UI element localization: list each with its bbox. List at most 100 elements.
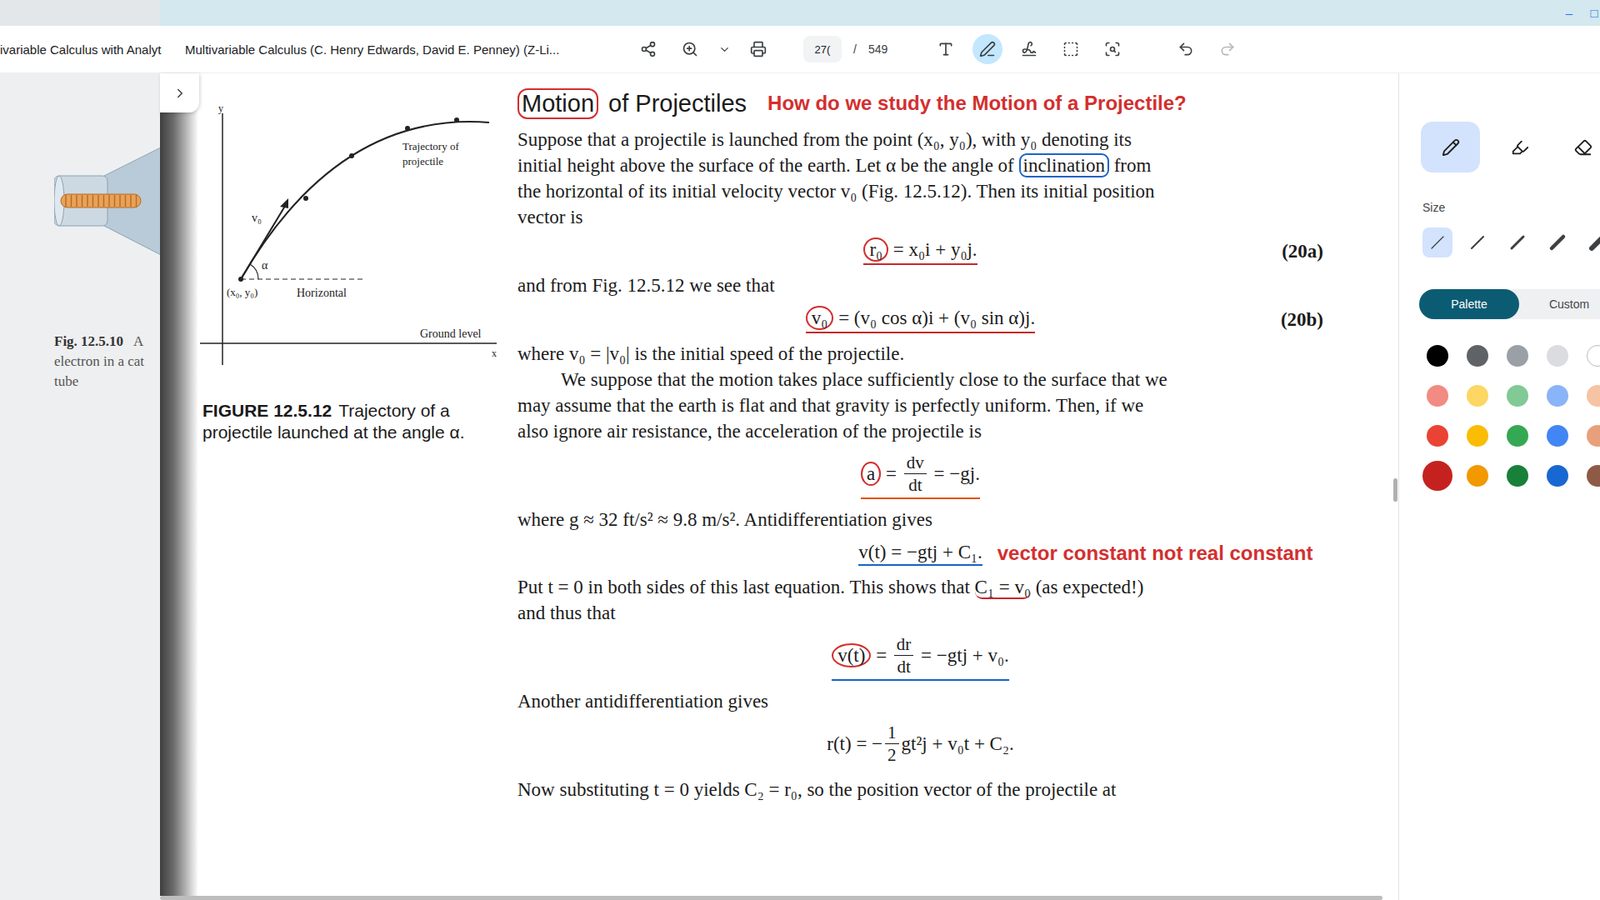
color-swatch[interactable] bbox=[1466, 465, 1489, 487]
annotation-note-wrapper: vector constant not real constant bbox=[997, 540, 1314, 567]
zoom-in-icon bbox=[681, 40, 699, 58]
color-swatch[interactable] bbox=[1586, 345, 1600, 367]
color-cell bbox=[1542, 420, 1573, 451]
text-line: Another antidifferentiation gives bbox=[517, 688, 1324, 715]
section-heading: Motionof Projectiles bbox=[517, 88, 751, 120]
svg-text:Trajectory of: Trajectory of bbox=[402, 140, 460, 153]
vertical-scrollbar[interactable] bbox=[1392, 73, 1399, 900]
equation: v(t) = drdt = −gtj + v₀. bbox=[517, 625, 1324, 689]
section-heading-row: Motionof ProjectilesHow do we study the … bbox=[517, 85, 1324, 122]
toolbar: ivariable Calculus with AnalytMultivaria… bbox=[0, 25, 1600, 74]
color-swatch[interactable] bbox=[1506, 425, 1529, 447]
toolbar-button[interactable] bbox=[1055, 34, 1086, 65]
page-number-field[interactable]: 27( bbox=[803, 35, 842, 63]
color-swatch[interactable] bbox=[1546, 465, 1569, 487]
color-cell bbox=[1502, 460, 1533, 491]
sidebar-toggle-button[interactable] bbox=[160, 73, 200, 113]
color-cell bbox=[1502, 340, 1533, 371]
size-option[interactable] bbox=[1502, 227, 1533, 258]
minimize-button[interactable]: – bbox=[1563, 5, 1575, 22]
share-icon bbox=[640, 40, 657, 58]
fraction: dvdt bbox=[904, 451, 927, 496]
background-tab[interactable]: ivariable Calculus with Analyt bbox=[0, 42, 185, 57]
color-swatch[interactable] bbox=[1546, 425, 1569, 447]
select-icon bbox=[1062, 40, 1080, 58]
size-option[interactable] bbox=[1542, 227, 1573, 258]
pen-tool-button[interactable] bbox=[1496, 121, 1544, 173]
color-cell bbox=[1462, 460, 1493, 491]
text-run: Put t = 0 in both sides of this last equ… bbox=[517, 576, 975, 598]
draw-icon bbox=[979, 40, 996, 58]
toolbar-button[interactable] bbox=[1097, 34, 1128, 65]
toolbar-button[interactable] bbox=[633, 34, 664, 65]
numerator: 1 bbox=[885, 721, 900, 745]
text-run: where v₀ = |v₀| is the initial speed of … bbox=[517, 343, 905, 365]
toolbar-button[interactable] bbox=[743, 34, 774, 65]
page-separator: / bbox=[853, 42, 857, 56]
color-swatch[interactable] bbox=[1466, 425, 1489, 447]
color-swatch[interactable] bbox=[1586, 465, 1600, 487]
size-options bbox=[1399, 227, 1600, 258]
toolbar-button[interactable] bbox=[930, 34, 961, 65]
palette-tab[interactable]: Custom bbox=[1519, 289, 1600, 320]
text-line: Suppose that a projectile is launched fr… bbox=[517, 126, 1324, 153]
color-cell bbox=[1462, 420, 1493, 451]
color-swatch[interactable] bbox=[1506, 385, 1529, 407]
toolbar-button[interactable] bbox=[1170, 34, 1201, 65]
text-run: Now substituting t = 0 yields C₂ = r₀, s… bbox=[517, 779, 1116, 800]
toolbar-button[interactable] bbox=[972, 34, 1003, 65]
text-run: = −gj. bbox=[929, 463, 980, 485]
drawing-panel: SizePaletteCustom bbox=[1398, 73, 1600, 900]
background-window-strip bbox=[0, 0, 160, 26]
color-swatch[interactable] bbox=[1422, 460, 1453, 491]
text-run: initial height above the surface of the … bbox=[517, 155, 1020, 176]
numerator: dv bbox=[904, 451, 927, 475]
color-swatch[interactable] bbox=[1546, 385, 1569, 407]
text-line: and thus that bbox=[517, 600, 1324, 626]
color-swatch[interactable] bbox=[1426, 385, 1449, 407]
color-swatch[interactable] bbox=[1466, 385, 1489, 407]
color-swatch[interactable] bbox=[1546, 345, 1569, 367]
pen-tool-button[interactable] bbox=[1560, 121, 1600, 173]
color-cell bbox=[1462, 380, 1493, 411]
heading-word: of Projectiles bbox=[604, 88, 751, 120]
horizontal-scrollbar[interactable] bbox=[160, 895, 1383, 900]
redo-icon bbox=[1219, 40, 1236, 58]
color-swatch[interactable] bbox=[1586, 425, 1600, 447]
text-run: gt²j + v₀t + C₂. bbox=[901, 733, 1015, 755]
equation-expression: v(t) = −gtj + C₁. bbox=[858, 541, 983, 566]
svg-text:x: x bbox=[491, 347, 497, 360]
svg-text:(x₀, y₀): (x₀, y₀) bbox=[226, 285, 258, 299]
color-swatch[interactable] bbox=[1506, 345, 1529, 367]
text-line: where v₀ = |v₀| is the initial speed of … bbox=[517, 340, 1324, 367]
chevron-down-icon bbox=[718, 43, 731, 56]
fraction: 12 bbox=[885, 721, 900, 766]
toolbar-button[interactable] bbox=[1212, 34, 1243, 65]
scrollbar-thumb[interactable] bbox=[1393, 478, 1398, 502]
text-run: = bbox=[870, 645, 891, 666]
fraction: drdt bbox=[894, 633, 915, 678]
color-cell bbox=[1422, 380, 1453, 411]
color-swatch[interactable] bbox=[1586, 385, 1600, 407]
color-swatch[interactable] bbox=[1466, 345, 1489, 367]
color-cell bbox=[1422, 340, 1453, 371]
toolbar-button[interactable] bbox=[716, 34, 732, 65]
toolbar-button[interactable] bbox=[675, 34, 705, 65]
text-run: = x₀i + y₀j. bbox=[888, 239, 978, 260]
pen-tool-button[interactable] bbox=[1420, 121, 1480, 173]
toolbar-button[interactable] bbox=[1014, 34, 1045, 65]
color-swatch[interactable] bbox=[1426, 345, 1449, 367]
size-option[interactable] bbox=[1422, 227, 1453, 258]
text-run: may assume that the earth is flat and th… bbox=[517, 395, 1144, 416]
maximize-button[interactable]: □ bbox=[1588, 5, 1600, 22]
color-swatch[interactable] bbox=[1506, 465, 1529, 487]
size-option[interactable] bbox=[1462, 227, 1493, 258]
color-swatch[interactable] bbox=[1426, 425, 1449, 447]
color-cell bbox=[1502, 380, 1533, 411]
color-palette bbox=[1399, 340, 1600, 491]
text-run: = (v₀ cos α)i + (v₀ sin α)j. bbox=[833, 307, 1035, 329]
size-option[interactable] bbox=[1582, 227, 1600, 258]
figure-column: yxGround levelv₀α(x₀, y₀)HorizontalTraje… bbox=[198, 73, 507, 896]
palette-tab[interactable]: Palette bbox=[1419, 289, 1520, 320]
svg-text:v₀: v₀ bbox=[251, 211, 262, 225]
